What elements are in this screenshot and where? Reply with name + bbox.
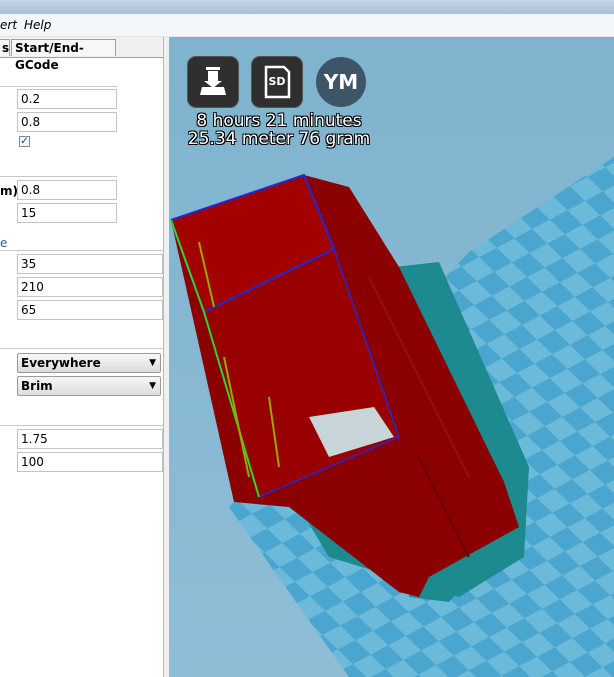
print-time-text: 8 hours 21 minutes bbox=[196, 111, 362, 131]
tab-start-end-gcode[interactable]: Start/End-GCode bbox=[11, 39, 116, 72]
bottom-top-thickness-label: m) bbox=[0, 184, 18, 198]
chevron-down-icon: ▼ bbox=[149, 381, 156, 391]
section-divider-support bbox=[0, 348, 163, 349]
layer-height-input[interactable]: 0.2 bbox=[17, 89, 117, 109]
menu-bar: ert Help bbox=[0, 14, 614, 37]
shell-thickness-input[interactable]: 0.8 bbox=[17, 112, 117, 132]
platform-adhesion-select[interactable]: Brim ▼ bbox=[17, 376, 161, 396]
chevron-down-icon: ▼ bbox=[149, 358, 156, 368]
3d-viewport[interactable]: SD YM 8 hours 21 minutes 25.34 meter 76 … bbox=[169, 37, 614, 677]
load-model-icon bbox=[200, 67, 226, 95]
section-divider-quality bbox=[0, 86, 117, 87]
sd-label: SD bbox=[268, 75, 286, 88]
section-divider-speed bbox=[0, 250, 163, 251]
ym-plugin-icon[interactable]: YM bbox=[316, 57, 366, 107]
flow-input[interactable]: 100 bbox=[17, 452, 163, 472]
filament-diameter-input[interactable]: 1.75 bbox=[17, 429, 163, 449]
window-title-bar bbox=[0, 0, 614, 14]
support-type-value: Everywhere bbox=[21, 356, 101, 370]
print-temperature-input[interactable]: 210 bbox=[17, 277, 163, 297]
load-model-button[interactable] bbox=[188, 57, 238, 107]
save-to-sd-button[interactable]: SD bbox=[252, 57, 302, 107]
speed-temperature-label: e bbox=[0, 236, 8, 250]
enable-retraction-checkbox[interactable]: ✓ bbox=[19, 136, 30, 147]
menu-insert[interactable]: ert bbox=[0, 18, 17, 32]
platform-adhesion-value: Brim bbox=[21, 379, 53, 393]
menu-help[interactable]: Help bbox=[24, 18, 51, 32]
fill-density-input[interactable]: 15 bbox=[17, 203, 117, 223]
support-type-select[interactable]: Everywhere ▼ bbox=[17, 353, 161, 373]
settings-panel: s Start/End-GCode 0.2 0.8 ✓ m) 0.8 15 e … bbox=[0, 37, 164, 677]
tab-advanced[interactable]: s bbox=[0, 39, 10, 56]
section-divider-fill bbox=[0, 176, 117, 177]
bottom-top-thickness-input[interactable]: 0.8 bbox=[17, 180, 117, 200]
bed-temperature-input[interactable]: 65 bbox=[17, 300, 163, 320]
print-speed-input[interactable]: 35 bbox=[17, 254, 163, 274]
print-material-text: 25.34 meter 76 gram bbox=[187, 129, 371, 149]
section-divider-filament bbox=[0, 425, 163, 426]
settings-tabs: s Start/End-GCode bbox=[0, 37, 163, 72]
